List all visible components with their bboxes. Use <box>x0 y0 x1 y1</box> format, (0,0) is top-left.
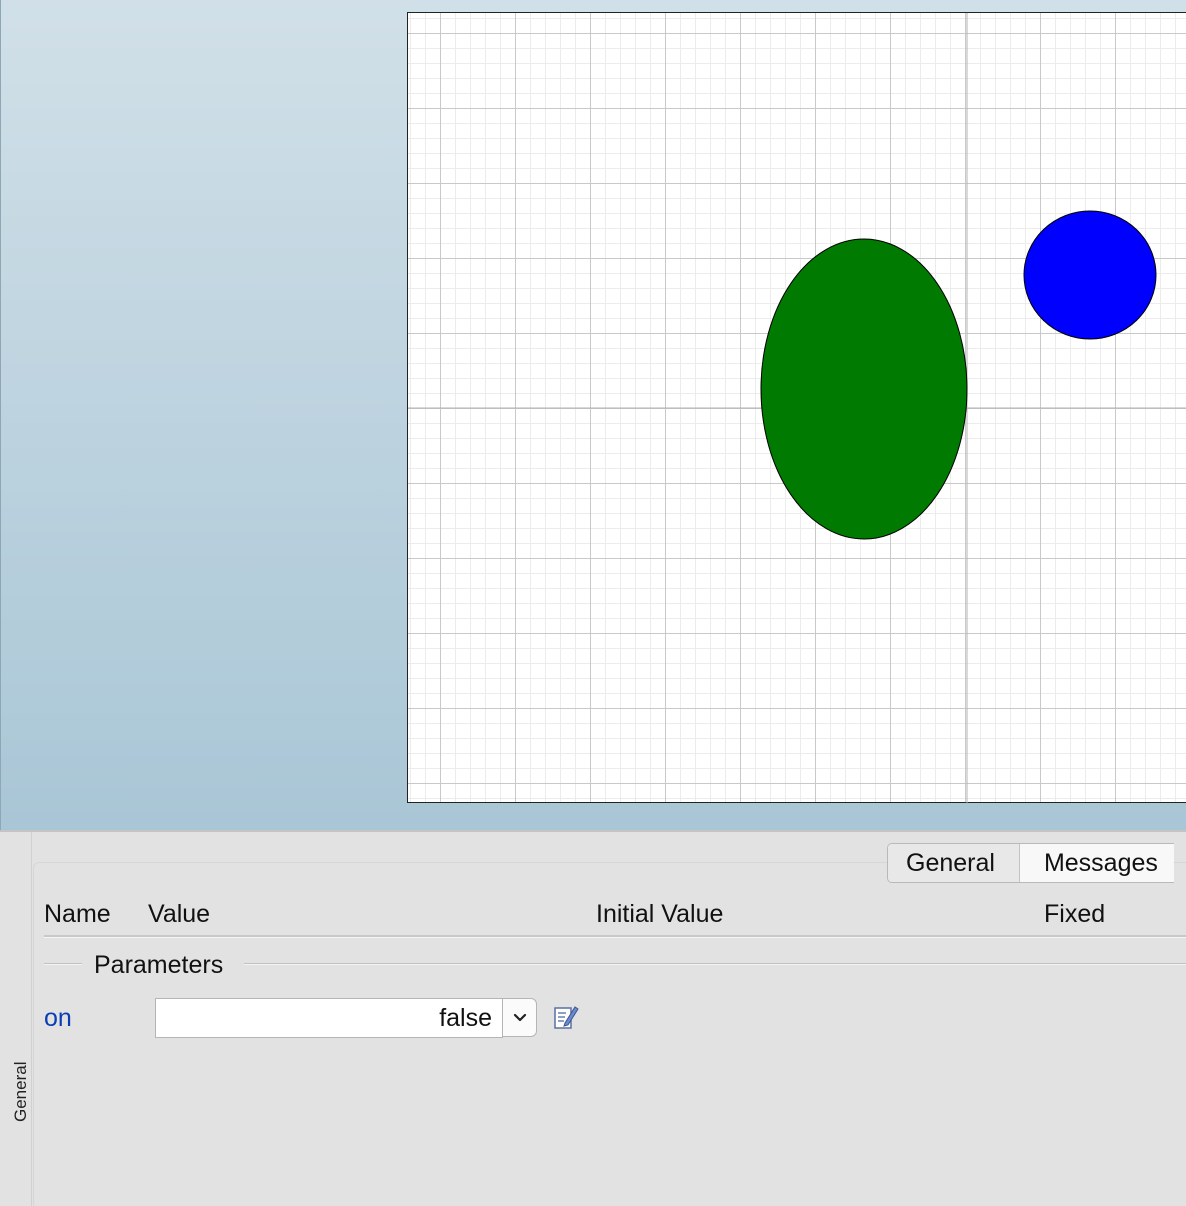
side-tab-label[interactable]: General <box>11 1062 31 1122</box>
edit-parameter-button[interactable] <box>553 1004 579 1030</box>
properties-tabs: General Messages <box>887 843 1174 883</box>
edit-icon <box>554 1006 579 1029</box>
header-divider <box>44 935 1186 938</box>
value-dropdown-button[interactable] <box>502 998 537 1037</box>
parameter-value-input[interactable] <box>155 998 503 1038</box>
app-window: General General Messages Name Value Init… <box>0 0 1186 1206</box>
group-divider-right <box>244 963 1186 965</box>
column-header-fixed: Fixed <box>1044 900 1106 928</box>
group-divider-left <box>44 963 82 965</box>
green-ellipse[interactable] <box>760 238 968 540</box>
diagram-area <box>0 0 1186 830</box>
parameter-name-on: on <box>44 1004 72 1032</box>
chevron-down-icon <box>513 1013 526 1021</box>
diagram-canvas[interactable] <box>407 12 1186 804</box>
green-ellipse-shape[interactable] <box>759 238 969 542</box>
parameters-group-title: Parameters <box>94 951 224 979</box>
column-header-name: Name <box>44 900 111 928</box>
panel-divider[interactable] <box>0 830 1186 832</box>
blue-circle-shape[interactable] <box>1022 209 1158 343</box>
tab-messages[interactable]: Messages <box>1019 844 1174 882</box>
tab-general[interactable]: General <box>888 844 1020 882</box>
blue-circle[interactable] <box>1023 210 1157 340</box>
column-header-initial-value: Initial Value <box>596 900 724 928</box>
column-header-value: Value <box>148 900 211 928</box>
side-tab-general[interactable] <box>0 832 32 1206</box>
